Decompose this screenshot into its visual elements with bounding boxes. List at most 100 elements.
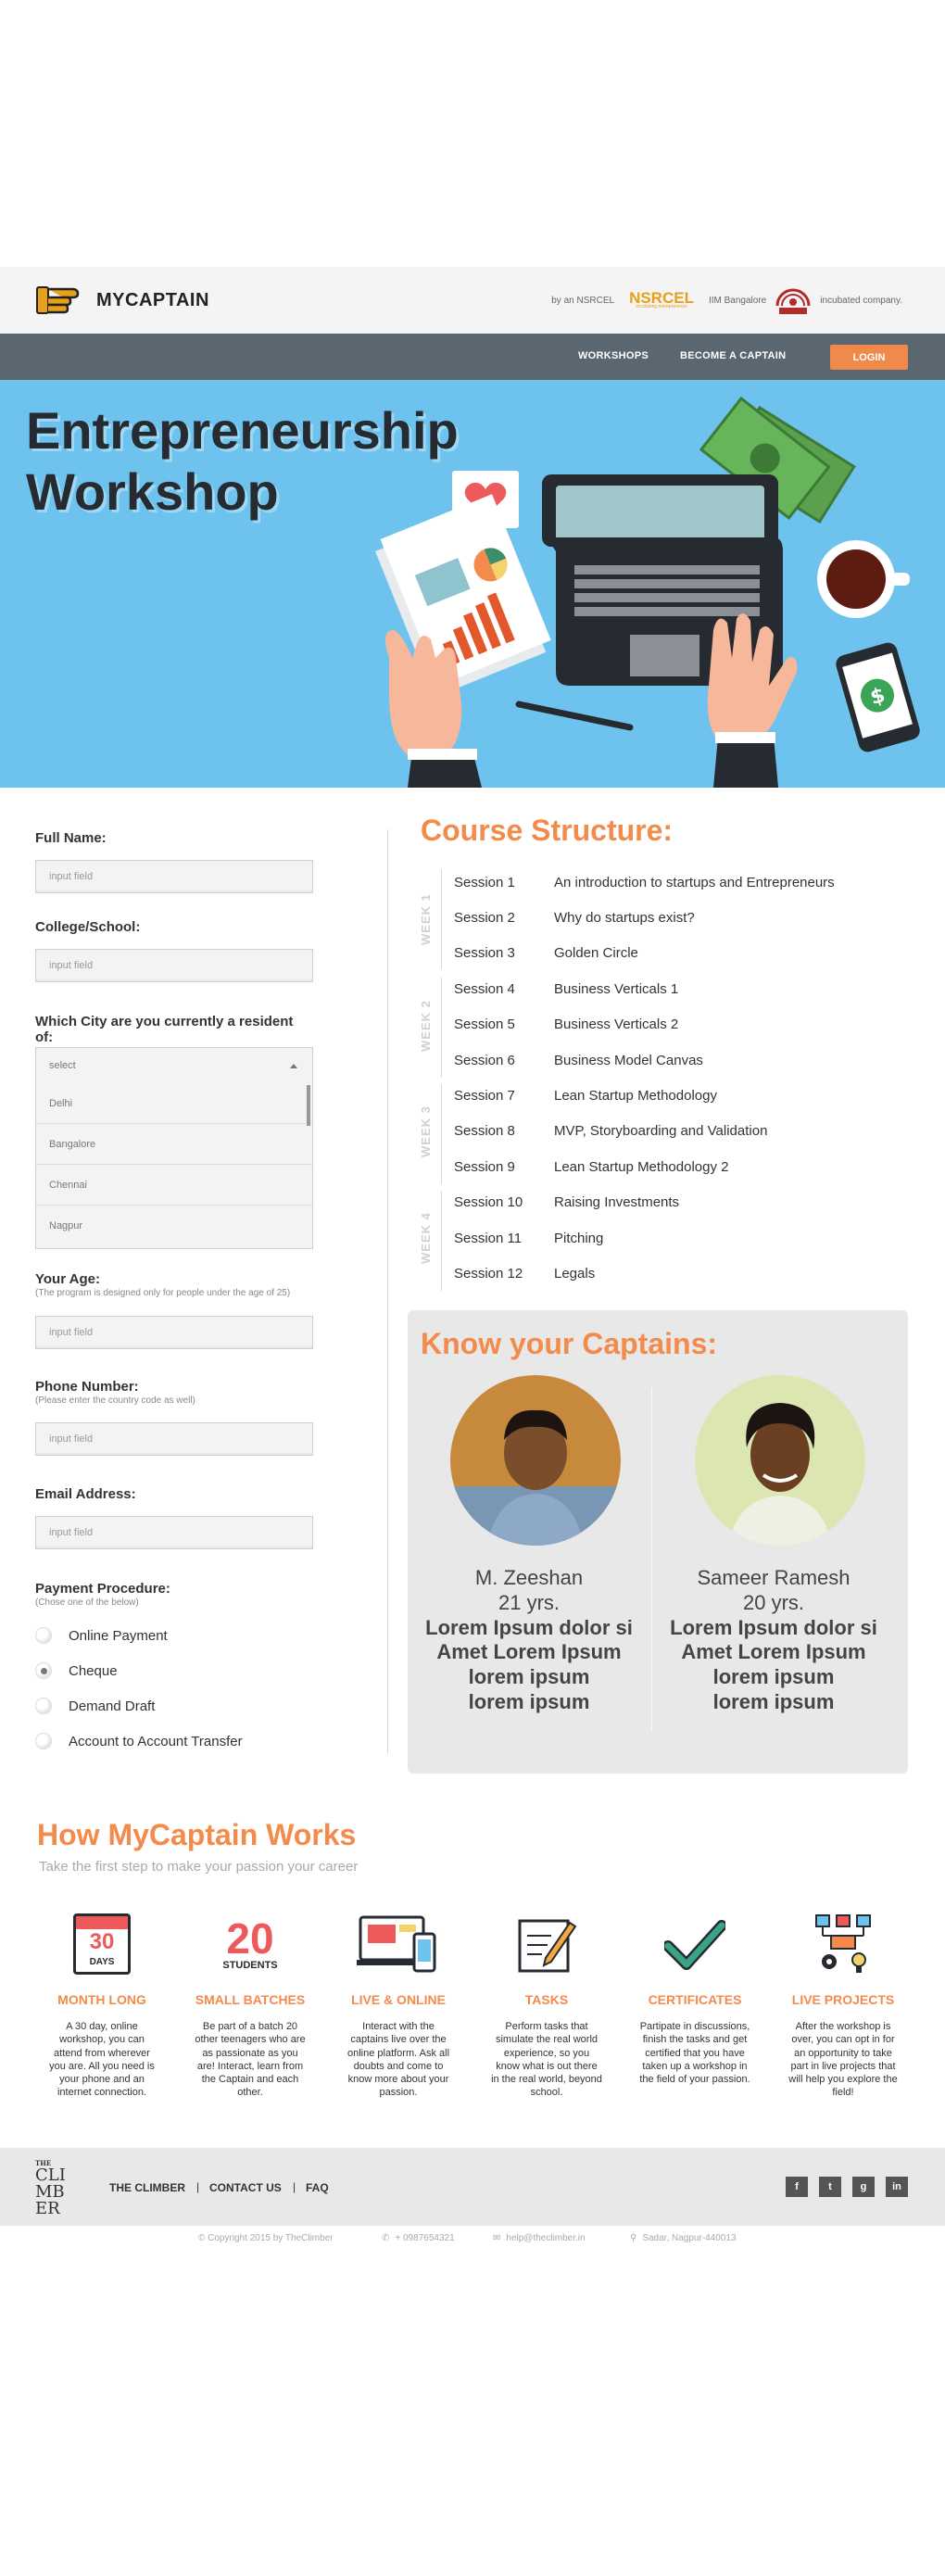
footer-link-faq[interactable]: FAQ xyxy=(306,2181,329,2194)
students-number: 20 xyxy=(226,1914,274,1963)
payment-hint: (Chose one of the below) xyxy=(35,1597,139,1608)
session-number: Session 10 xyxy=(454,1194,523,1210)
footer-email[interactable]: ✉ help@theclimber.in xyxy=(493,2233,586,2243)
phone-label: Phone Number: xyxy=(35,1379,139,1395)
session-title: Golden Circle xyxy=(554,945,638,961)
week-line xyxy=(441,1084,442,1184)
city-select-scrollbar[interactable] xyxy=(307,1085,310,1126)
city-option[interactable]: Delhi xyxy=(36,1083,312,1124)
captain-bio: Amet Lorem Ipsum xyxy=(681,1640,866,1664)
radio-icon[interactable] xyxy=(35,1627,52,1644)
pointing-hand-icon xyxy=(36,286,80,314)
feature-title: LIVE PROJECTS xyxy=(791,1992,895,2007)
captains-title: Know your Captains: xyxy=(421,1327,718,1360)
column-divider xyxy=(387,829,388,1754)
top-bar: MYCAPTAIN by an NSRCEL NSRCEL incubating… xyxy=(0,267,945,334)
city-select-value[interactable]: select xyxy=(36,1048,312,1083)
course-structure-title: Course Structure: xyxy=(421,814,674,847)
page: MYCAPTAIN by an NSRCEL NSRCEL incubating… xyxy=(0,0,945,2576)
twitter-icon[interactable]: t xyxy=(819,2177,841,2197)
payment-option-online[interactable]: Online Payment xyxy=(35,1627,168,1644)
week-label: WEEK 3 xyxy=(419,1105,433,1157)
incubated-suffix: incubated company. xyxy=(820,295,902,306)
captain-bio: Lorem Ipsum dolor si xyxy=(670,1615,877,1639)
captain-bio: lorem ipsum xyxy=(712,1665,835,1689)
incubation-info: by an NSRCEL NSRCEL incubating entrepren… xyxy=(546,284,908,317)
google-plus-icon[interactable]: g xyxy=(852,2177,875,2197)
payment-option-demand-draft[interactable]: Demand Draft xyxy=(35,1698,155,1714)
captain-bio: Lorem Ipsum dolor si xyxy=(425,1615,633,1639)
city-option[interactable]: Nagpur xyxy=(36,1206,312,1246)
captains-divider xyxy=(651,1388,652,1731)
captain-photo-icon xyxy=(450,1375,621,1546)
city-label: Which City are you currently a resident … xyxy=(35,1014,294,1045)
nav-workshops[interactable]: WORKSHOPS xyxy=(578,350,649,361)
climber-logo-text: CLIMBER xyxy=(35,2166,66,2218)
full-name-input[interactable]: input field xyxy=(35,860,313,893)
footer-address: ⚲ Sadar, Nagpur-440013 xyxy=(630,2233,737,2243)
coffee-cup-icon xyxy=(817,540,910,618)
footer-phone-text: + 0987654321 xyxy=(395,2233,455,2243)
payment-option-label: Demand Draft xyxy=(69,1698,156,1714)
week-label: WEEK 2 xyxy=(419,1000,433,1052)
footer-separator: | xyxy=(293,2180,296,2193)
captain-name: Sameer Ramesh xyxy=(697,1566,850,1589)
radio-icon[interactable] xyxy=(35,1698,52,1714)
captain-bio: lorem ipsum xyxy=(468,1665,590,1689)
session-title: MVP, Storyboarding and Validation xyxy=(554,1123,768,1139)
radio-icon[interactable] xyxy=(35,1733,52,1749)
payment-option-transfer[interactable]: Account to Account Transfer xyxy=(35,1733,243,1749)
week-line xyxy=(441,869,442,969)
feature-description: Interact with the captains live over the… xyxy=(346,2021,450,2099)
calendar-number: 30 xyxy=(89,1929,115,1954)
captains-panel: Know your Captains: M. Zeeshan 21 yrs. L… xyxy=(408,1310,908,1774)
city-option[interactable]: Bangalore xyxy=(36,1124,312,1165)
college-input[interactable]: input field xyxy=(35,949,313,982)
feature-small-batches: 20 STUDENTS SMALL BATCHES Be part of a b… xyxy=(185,1909,315,2100)
footer-phone: ✆ + 0987654321 xyxy=(382,2233,455,2243)
footer-address-text: Sadar, Nagpur-440013 xyxy=(642,2233,737,2243)
city-option[interactable]: Chennai xyxy=(36,1165,312,1206)
feature-description: Be part of a batch 20 other teenagers wh… xyxy=(195,2021,306,2099)
week-label: WEEK 1 xyxy=(419,893,433,945)
footer-link-climber[interactable]: THE CLIMBER xyxy=(109,2181,185,2194)
footer-link-contact[interactable]: CONTACT US xyxy=(209,2181,282,2194)
iim-logo-icon xyxy=(775,288,811,314)
nav-become-captain[interactable]: BECOME A CAPTAIN xyxy=(680,350,786,361)
captain-bio: lorem ipsum xyxy=(468,1690,590,1714)
email-input[interactable]: input field xyxy=(35,1516,313,1549)
feature-certificates: CERTIFICATES Partipate in discussions, f… xyxy=(630,1909,760,2086)
captain-photo-icon xyxy=(695,1375,865,1546)
project-network-icon xyxy=(815,1914,871,1973)
session-number: Session 1 xyxy=(454,875,515,890)
students-icon: 20 STUDENTS xyxy=(185,1909,315,1979)
phone-icon: ✆ xyxy=(382,2233,390,2243)
session-title: Lean Startup Methodology 2 xyxy=(554,1159,729,1175)
how-it-works-subtitle: Take the first step to make your passion… xyxy=(39,1859,359,1875)
session-number: Session 11 xyxy=(454,1231,523,1246)
session-title: Lean Startup Methodology xyxy=(554,1088,717,1104)
climber-logo[interactable]: THE CLIMBER xyxy=(35,2159,96,2218)
students-label: STUDENTS xyxy=(222,1960,278,1971)
session-number: Session 3 xyxy=(454,945,515,961)
nsrcel-logo: NSRCEL incubating entrepreneurs xyxy=(624,290,699,309)
radio-selected-icon[interactable] xyxy=(35,1662,52,1679)
session-number: Session 8 xyxy=(454,1123,515,1139)
payment-option-cheque[interactable]: Cheque xyxy=(35,1662,118,1679)
how-it-works-title: How MyCaptain Works xyxy=(37,1818,357,1851)
captain-name: M. Zeeshan xyxy=(474,1566,584,1589)
linkedin-icon[interactable]: in xyxy=(886,2177,908,2197)
feature-tasks: TASKS Perform tasks that simulate the re… xyxy=(482,1909,611,2100)
session-number: Session 9 xyxy=(454,1159,515,1175)
session-title: Pitching xyxy=(554,1231,604,1246)
session-title: Legals xyxy=(554,1266,596,1282)
city-select[interactable]: select Delhi Bangalore Chennai Nagpur xyxy=(35,1047,313,1249)
login-button[interactable]: LOGIN xyxy=(830,345,908,370)
age-input[interactable]: input field xyxy=(35,1316,313,1349)
session-title: Business Verticals 1 xyxy=(554,981,679,997)
facebook-icon[interactable]: f xyxy=(786,2177,808,2197)
location-pin-icon: ⚲ xyxy=(630,2233,637,2243)
brand-logo[interactable]: MYCAPTAIN xyxy=(35,282,209,319)
phone-input[interactable]: input field xyxy=(35,1422,313,1456)
week-line xyxy=(441,978,442,1078)
